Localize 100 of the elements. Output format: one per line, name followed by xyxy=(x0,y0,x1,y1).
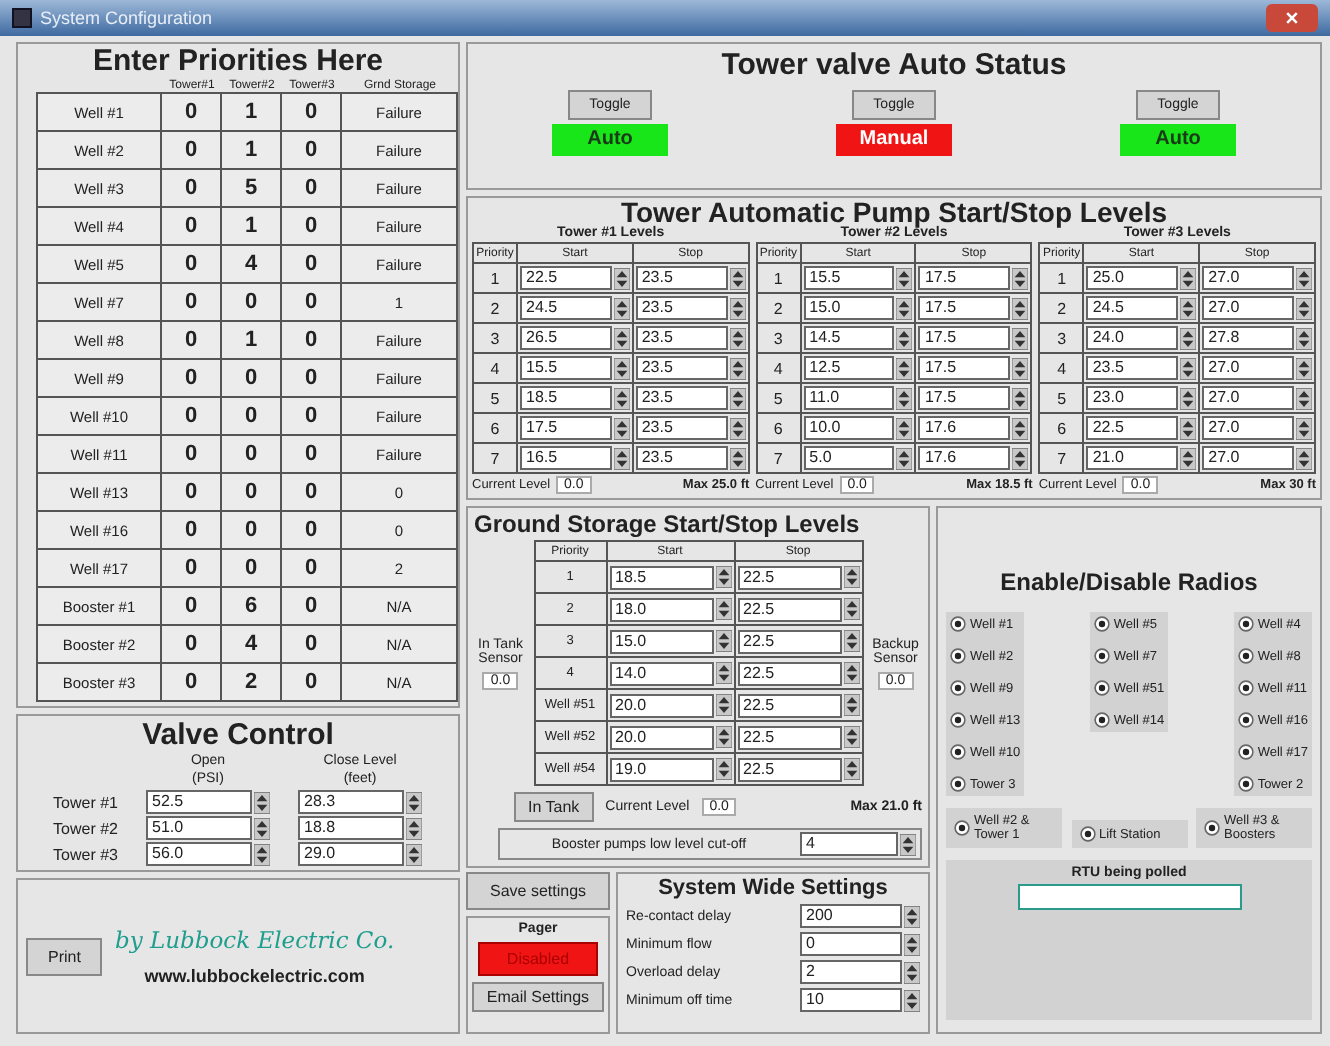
radio-button[interactable] xyxy=(1093,712,1110,728)
spinner-arrows-icon[interactable] xyxy=(613,297,630,319)
number-field[interactable]: 21.0 xyxy=(1086,446,1179,470)
number-field[interactable]: 15.5 xyxy=(803,266,895,290)
spinner-arrows-icon[interactable] xyxy=(715,630,731,652)
number-field[interactable]: 51.0 xyxy=(146,816,252,840)
spinner-arrows-icon[interactable] xyxy=(613,417,630,439)
spinner-arrows-icon[interactable] xyxy=(1012,417,1029,439)
spinner-arrows-icon[interactable] xyxy=(406,791,422,813)
radio-button[interactable] xyxy=(1204,820,1220,836)
spinner-arrows-icon[interactable] xyxy=(1180,387,1197,409)
number-field[interactable]: 14.0 xyxy=(609,661,713,685)
spinner-arrows-icon[interactable] xyxy=(896,447,913,469)
spinner-arrows-icon[interactable] xyxy=(843,662,859,684)
number-field[interactable]: 17.5 xyxy=(918,266,1011,290)
number-field[interactable]: 27.0 xyxy=(1202,446,1294,470)
spinner-arrows-icon[interactable] xyxy=(843,566,859,588)
spinner-arrows-icon[interactable] xyxy=(843,726,859,748)
number-field[interactable]: 15.5 xyxy=(520,356,612,380)
number-field[interactable]: 23.5 xyxy=(635,386,728,410)
spinner-arrows-icon[interactable] xyxy=(406,843,422,865)
spinner-arrows-icon[interactable] xyxy=(900,833,916,855)
spinner-arrows-icon[interactable] xyxy=(729,447,746,469)
spinner-arrows-icon[interactable] xyxy=(1180,267,1197,289)
spinner-arrows-icon[interactable] xyxy=(843,598,859,620)
number-field[interactable]: 2 xyxy=(800,960,902,984)
number-field[interactable]: 23.5 xyxy=(1086,356,1179,380)
number-field[interactable]: 19.0 xyxy=(609,757,713,781)
spinner-arrows-icon[interactable] xyxy=(613,357,630,379)
spinner-arrows-icon[interactable] xyxy=(254,843,270,865)
spinner-arrows-icon[interactable] xyxy=(715,566,731,588)
radio-button[interactable] xyxy=(1093,616,1110,632)
spinner-arrows-icon[interactable] xyxy=(843,630,859,652)
number-field[interactable]: 10.0 xyxy=(803,416,895,440)
radio-button[interactable] xyxy=(1237,680,1254,696)
number-field[interactable]: 52.5 xyxy=(146,790,252,814)
number-field[interactable]: 22.5 xyxy=(737,629,841,653)
spinner-arrows-icon[interactable] xyxy=(1012,267,1029,289)
number-field[interactable]: 17.6 xyxy=(918,446,1011,470)
spinner-arrows-icon[interactable] xyxy=(715,694,731,716)
number-field[interactable]: 20.0 xyxy=(609,725,713,749)
spinner-arrows-icon[interactable] xyxy=(613,327,630,349)
spinner-arrows-icon[interactable] xyxy=(729,297,746,319)
radio-button[interactable] xyxy=(1093,648,1110,664)
number-field[interactable]: 27.0 xyxy=(1202,266,1294,290)
in-tank-button[interactable]: In Tank xyxy=(514,792,594,822)
number-field[interactable]: 17.5 xyxy=(918,296,1011,320)
spinner-arrows-icon[interactable] xyxy=(843,694,859,716)
number-field[interactable]: 23.0 xyxy=(1086,386,1179,410)
radio-button[interactable] xyxy=(950,616,966,632)
radio-button[interactable] xyxy=(950,680,966,696)
radio-button[interactable] xyxy=(950,776,966,792)
number-field[interactable]: 22.5 xyxy=(737,693,841,717)
number-field[interactable]: 17.5 xyxy=(918,326,1011,350)
number-field[interactable]: 12.5 xyxy=(803,356,895,380)
radio-button[interactable] xyxy=(1237,744,1254,760)
spinner-arrows-icon[interactable] xyxy=(1296,327,1312,349)
number-field[interactable]: 22.5 xyxy=(520,266,612,290)
print-button[interactable]: Print xyxy=(26,937,103,975)
spinner-arrows-icon[interactable] xyxy=(729,387,746,409)
email-settings-button[interactable]: Email Settings xyxy=(472,982,604,1012)
number-field[interactable]: 27.0 xyxy=(1202,296,1294,320)
number-field[interactable]: 27.8 xyxy=(1202,326,1294,350)
radio-button[interactable] xyxy=(950,648,966,664)
spinner-arrows-icon[interactable] xyxy=(896,387,913,409)
number-field[interactable]: 29.0 xyxy=(298,842,404,866)
save-settings-button[interactable]: Save settings xyxy=(466,872,610,910)
spinner-arrows-icon[interactable] xyxy=(896,267,913,289)
spinner-arrows-icon[interactable] xyxy=(1296,447,1312,469)
spinner-arrows-icon[interactable] xyxy=(406,817,422,839)
radio-button[interactable] xyxy=(1237,712,1254,728)
number-field[interactable]: 25.0 xyxy=(1086,266,1179,290)
number-field[interactable]: 15.0 xyxy=(803,296,895,320)
number-field[interactable]: 18.8 xyxy=(298,816,404,840)
spinner-arrows-icon[interactable] xyxy=(896,327,913,349)
radio-button[interactable] xyxy=(1237,648,1254,664)
spinner-arrows-icon[interactable] xyxy=(715,598,731,620)
spinner-arrows-icon[interactable] xyxy=(896,357,913,379)
spinner-arrows-icon[interactable] xyxy=(1012,447,1029,469)
number-field[interactable]: 22.5 xyxy=(1086,416,1179,440)
number-field[interactable]: 4 xyxy=(800,832,898,856)
number-field[interactable]: 22.5 xyxy=(737,725,841,749)
number-field[interactable]: 18.5 xyxy=(520,386,612,410)
number-field[interactable]: 17.5 xyxy=(918,386,1011,410)
number-field[interactable]: 27.0 xyxy=(1202,386,1294,410)
number-field[interactable]: 10 xyxy=(800,988,902,1012)
spinner-arrows-icon[interactable] xyxy=(843,758,859,780)
spinner-arrows-icon[interactable] xyxy=(1180,327,1197,349)
number-field[interactable]: 18.5 xyxy=(609,565,713,589)
spinner-arrows-icon[interactable] xyxy=(904,905,920,927)
number-field[interactable]: 22.5 xyxy=(737,565,841,589)
spinner-arrows-icon[interactable] xyxy=(1180,357,1197,379)
radio-button[interactable] xyxy=(950,712,966,728)
spinner-arrows-icon[interactable] xyxy=(613,387,630,409)
number-field[interactable]: 24.5 xyxy=(1086,296,1179,320)
spinner-arrows-icon[interactable] xyxy=(1012,387,1029,409)
number-field[interactable]: 0 xyxy=(800,932,902,956)
radio-button[interactable] xyxy=(954,820,970,836)
spinner-arrows-icon[interactable] xyxy=(729,267,746,289)
number-field[interactable]: 24.0 xyxy=(1086,326,1179,350)
